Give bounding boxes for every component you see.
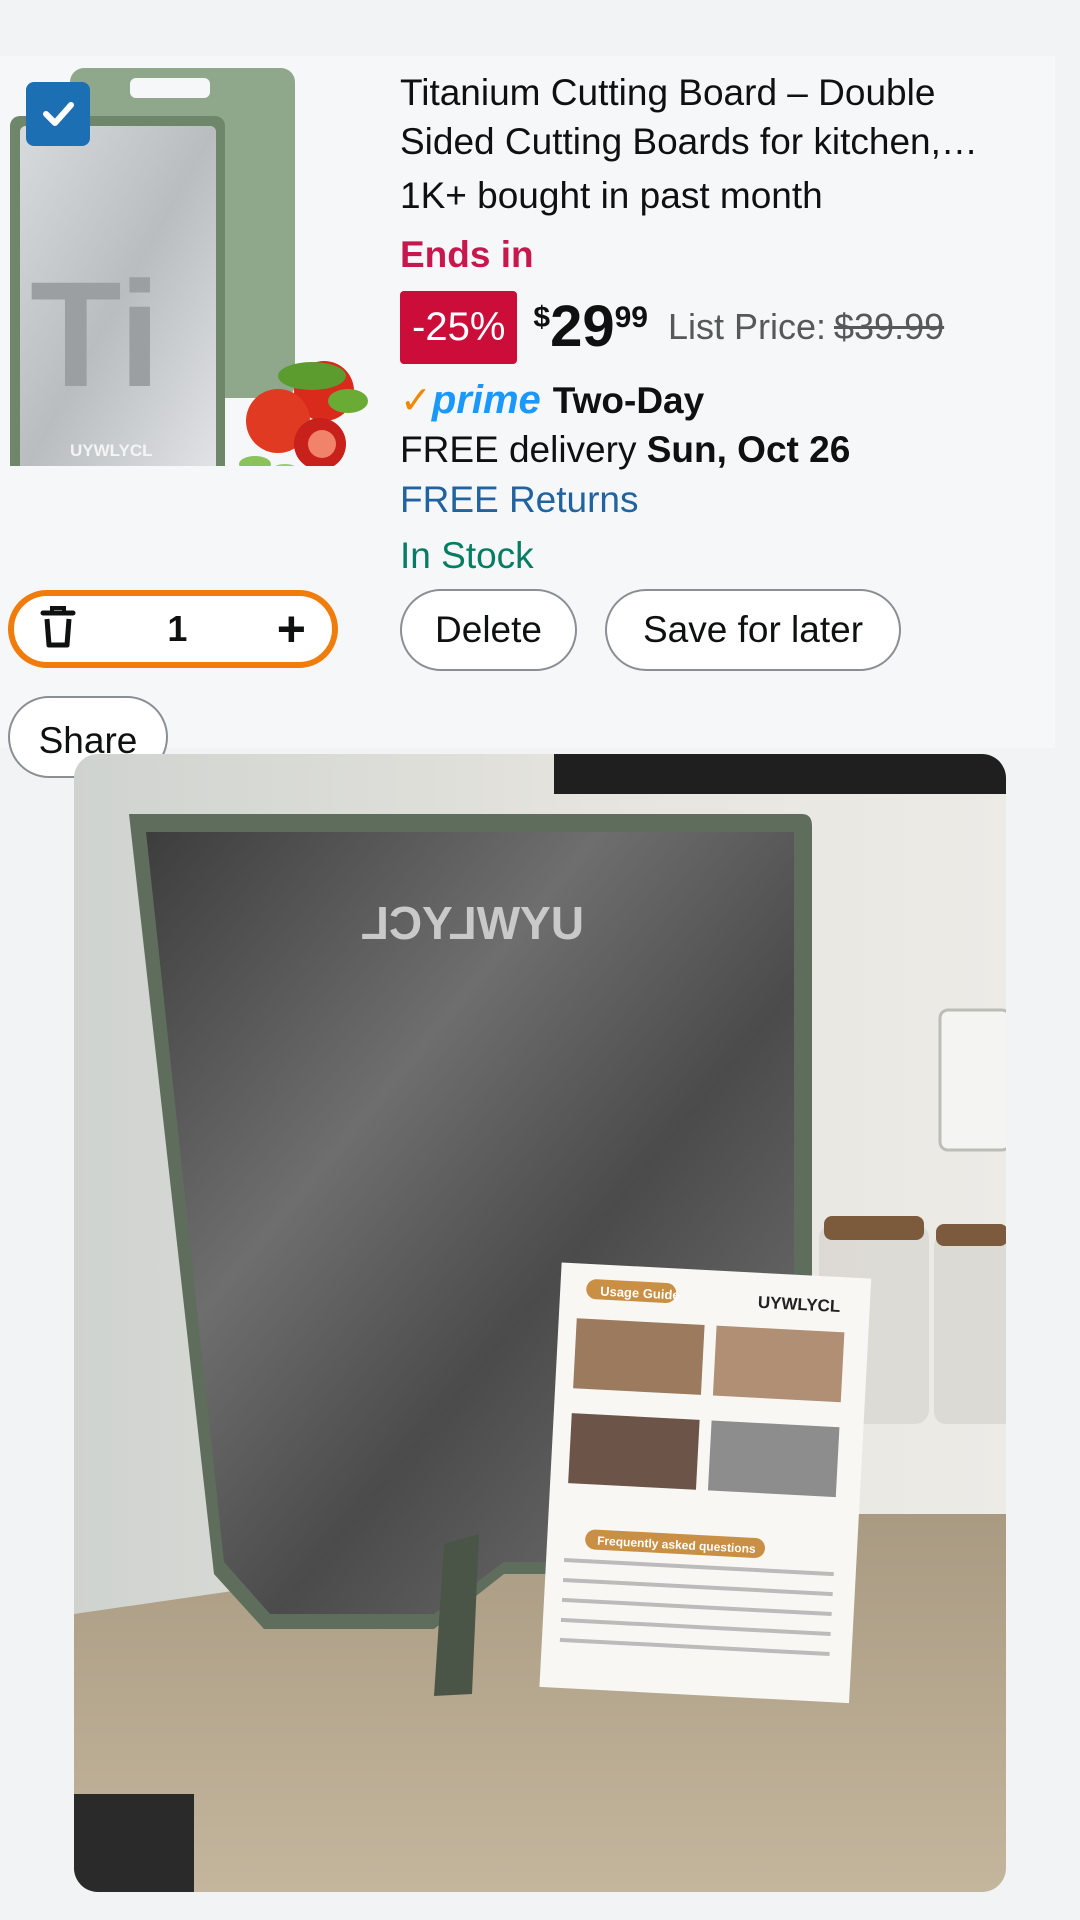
delivery-prefix: FREE delivery xyxy=(400,429,637,470)
deal-ends-label: Ends in xyxy=(400,234,534,275)
price-currency: $ xyxy=(533,301,551,334)
prime-label: prime xyxy=(431,378,541,422)
bought-count: 1K+ bought in past month xyxy=(400,175,823,216)
stock-status: In Stock xyxy=(400,535,534,576)
product-title[interactable]: Titanium Cutting Board – Double Sided Cu… xyxy=(400,68,1020,166)
current-price: $ 29 99 xyxy=(533,297,648,357)
list-price: List Price: $39.99 xyxy=(668,306,944,348)
price-row: -25% $ 29 99 List Price: $39.99 xyxy=(400,290,1020,364)
list-price-value: $39.99 xyxy=(834,306,945,347)
delivery-date: Sun, Oct 26 xyxy=(646,429,851,470)
discount-badge: -25% xyxy=(400,290,518,364)
price-cents: 99 xyxy=(614,301,648,334)
thumb-brand-text: UYWLYCL xyxy=(70,441,153,460)
thumb-symbol-text: Ti xyxy=(30,250,161,418)
checkmark-icon xyxy=(43,102,74,126)
plus-icon[interactable]: + xyxy=(277,604,306,654)
select-item-checkbox[interactable] xyxy=(26,82,90,146)
free-returns-link[interactable]: FREE Returns xyxy=(400,479,1020,521)
delivery-info: FREE delivery Sun, Oct 26 xyxy=(400,429,1020,471)
delete-button[interactable]: Delete xyxy=(400,589,577,671)
cart-item-card: Ti UYWLYCL Titanium Cutting Board – Doub… xyxy=(0,56,1055,748)
trash-icon[interactable] xyxy=(38,605,78,654)
prime-badge: ✓ prime Two-Day xyxy=(400,378,1020,423)
price-whole: 29 xyxy=(550,294,615,359)
prime-speed: Two-Day xyxy=(552,379,705,421)
quantity-value: 1 xyxy=(167,608,188,649)
board-brand-text: UYWLYCL xyxy=(361,897,584,949)
quantity-stepper: 1 + xyxy=(8,590,338,668)
list-price-label: List Price: xyxy=(667,306,827,347)
customer-photo[interactable]: UYWLYCL Usage Guide UYWLYCL Frequently a… xyxy=(74,754,1006,1892)
save-for-later-button[interactable]: Save for later xyxy=(605,589,901,671)
product-info: Titanium Cutting Board – Double Sided Cu… xyxy=(400,68,1020,577)
prime-check-icon: ✓ xyxy=(400,380,432,422)
